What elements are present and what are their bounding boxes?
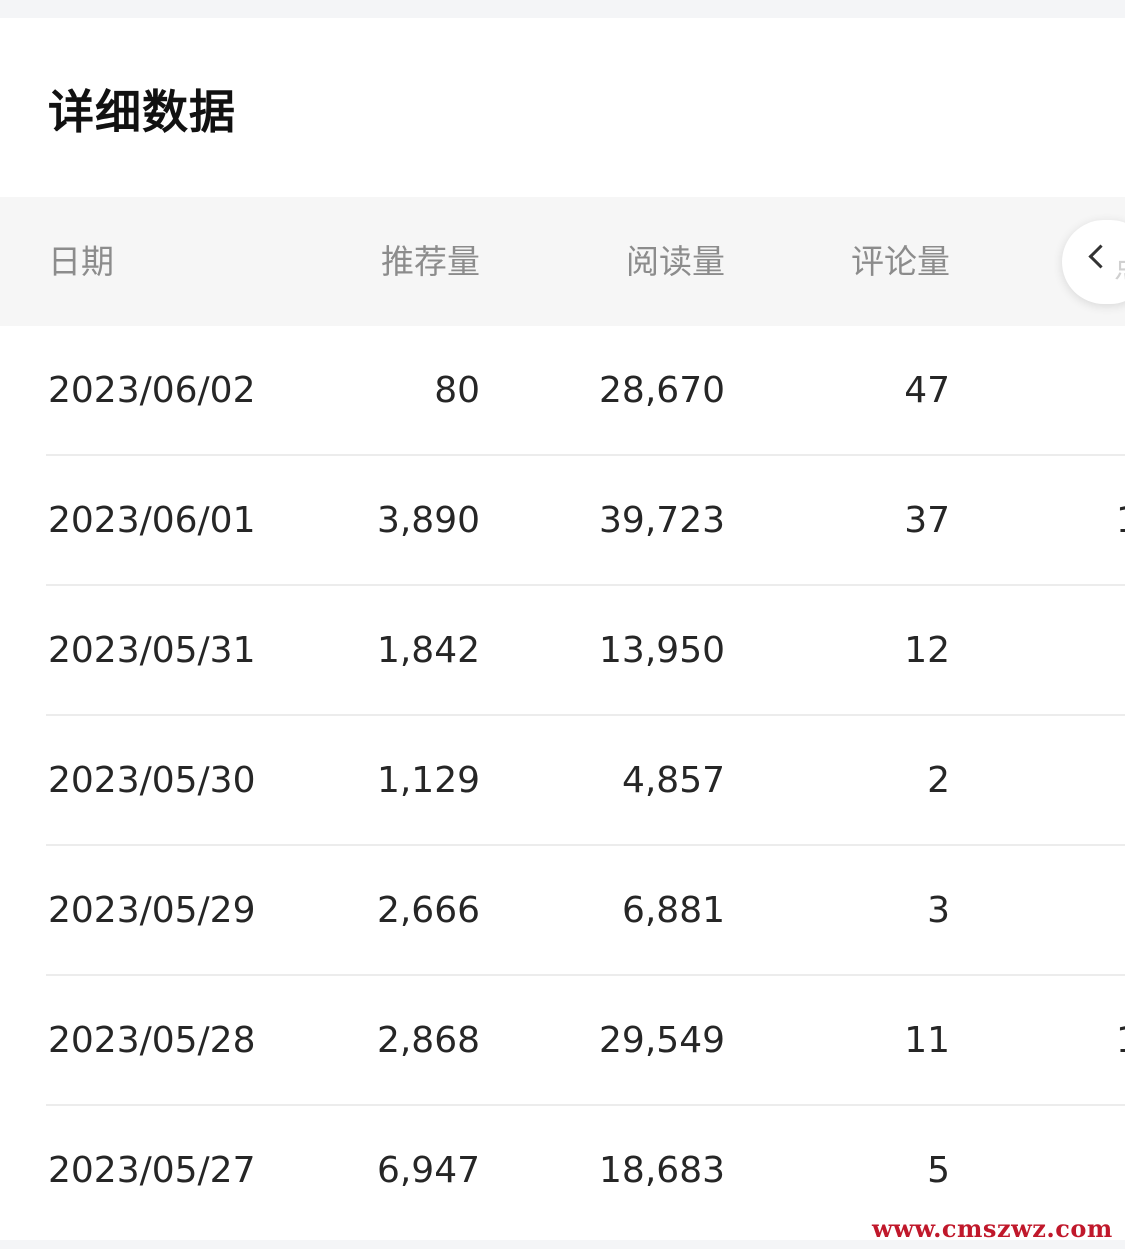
top-divider-strip: [0, 0, 1125, 18]
cell-date: 2023/06/02: [48, 370, 256, 411]
cell-read: 13,950: [599, 630, 725, 671]
cell-comment: 2: [927, 760, 950, 801]
cell-recommend: 1,129: [376, 760, 480, 801]
cell-recommend: 3,890: [376, 500, 480, 541]
cell-fifth-peek: [1116, 1106, 1125, 1236]
cell-read: 18,683: [599, 1150, 725, 1191]
cell-comment: 3: [927, 890, 950, 931]
table-row[interactable]: 2023/05/29 2,666 6,881 3: [0, 846, 1125, 976]
table-row[interactable]: 2023/06/02 80 28,670 47: [0, 326, 1125, 456]
cell-date: 2023/05/29: [48, 890, 256, 931]
table-row[interactable]: 2023/05/30 1,129 4,857 2: [0, 716, 1125, 846]
cell-read: 4,857: [621, 760, 725, 801]
cell-fifth-peek: [1116, 326, 1125, 456]
bottom-divider-strip: [0, 1240, 1125, 1249]
table-row[interactable]: 2023/06/01 3,890 39,723 37 1: [0, 456, 1125, 586]
cell-read: 28,670: [599, 370, 725, 411]
cell-date: 2023/05/28: [48, 1020, 256, 1061]
cell-date: 2023/05/27: [48, 1150, 256, 1191]
cell-comment: 47: [904, 370, 950, 411]
cell-fifth-peek: 1: [1116, 456, 1125, 586]
cell-date: 2023/05/31: [48, 630, 256, 671]
cell-fifth-peek: [1116, 716, 1125, 846]
table-row[interactable]: 2023/05/28 2,868 29,549 11 1: [0, 976, 1125, 1106]
cell-read: 39,723: [599, 500, 725, 541]
cell-date: 2023/05/30: [48, 760, 256, 801]
cell-read: 6,881: [621, 890, 725, 931]
cell-recommend: 80: [434, 370, 480, 411]
watermark-text: www.cmszwz.com: [872, 1214, 1113, 1243]
cell-fifth-peek: 1: [1116, 976, 1125, 1106]
header-recommend[interactable]: 推荐量: [280, 197, 480, 326]
table-row[interactable]: 2023/05/31 1,842 13,950 12: [0, 586, 1125, 716]
header-fifth-peek: 点: [1114, 242, 1125, 286]
cell-fifth-peek: [1116, 586, 1125, 716]
cell-comment: 12: [904, 630, 950, 671]
cell-read: 29,549: [599, 1020, 725, 1061]
cell-recommend: 6,947: [376, 1150, 480, 1191]
section-title: 详细数据: [48, 85, 236, 139]
header-comment[interactable]: 评论量: [750, 197, 950, 326]
cell-comment: 11: [904, 1020, 950, 1061]
cell-fifth-peek: [1116, 846, 1125, 976]
table-body: 2023/06/02 80 28,670 47 2023/06/01 3,890…: [0, 326, 1125, 1236]
cell-comment: 37: [904, 500, 950, 541]
chevron-left-icon: [1088, 244, 1113, 269]
cell-date: 2023/06/01: [48, 500, 256, 541]
header-read[interactable]: 阅读量: [525, 197, 725, 326]
cell-recommend: 1,842: [376, 630, 480, 671]
table-header: 日期 推荐量 阅读量 评论量: [0, 197, 1125, 326]
cell-recommend: 2,868: [376, 1020, 480, 1061]
cell-recommend: 2,666: [376, 890, 480, 931]
header-date: 日期: [48, 242, 114, 281]
